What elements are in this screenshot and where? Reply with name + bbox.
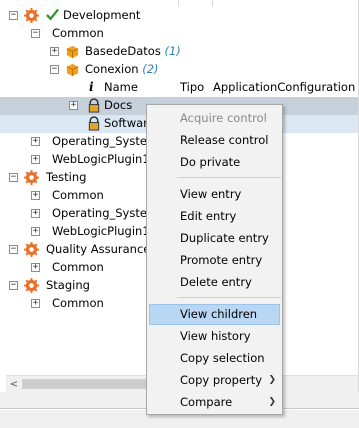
menu-item-view-entry[interactable]: View entry <box>149 184 280 205</box>
menu-item-edit-entry[interactable]: Edit entry <box>149 206 280 227</box>
package-icon <box>66 63 79 77</box>
context-menu[interactable]: Acquire control Release control Do priva… <box>146 104 283 415</box>
column-divider <box>212 0 213 6</box>
node-label: Common <box>52 188 104 202</box>
submenu-arrow-icon: ❯ <box>268 397 276 407</box>
package-icon <box>66 45 79 59</box>
node-label: Docs <box>104 98 133 112</box>
menu-item-view-history[interactable]: View history <box>149 326 280 347</box>
tree-node-basededatos[interactable]: + BasedeDatos (1) <box>0 43 358 61</box>
menu-item-duplicate-entry[interactable]: Duplicate entry <box>149 228 280 249</box>
submenu-arrow-icon: ❯ <box>268 375 276 385</box>
menu-item-copy-selection[interactable]: Copy selection <box>149 348 280 369</box>
gear-icon <box>24 242 39 257</box>
node-label: Staging <box>46 278 90 292</box>
expand-toggle[interactable]: + <box>69 101 78 110</box>
menu-item-acquire-control: Acquire control <box>180 111 267 125</box>
node-label: WebLogicPlugin1 <box>52 224 150 238</box>
column-header-tipo[interactable]: Tipo <box>180 80 204 94</box>
menu-separator <box>177 297 281 298</box>
menu-item-promote-entry[interactable]: Promote entry <box>149 250 280 271</box>
expand-toggle[interactable]: + <box>31 209 40 218</box>
node-label: Common <box>52 260 104 274</box>
menu-item-label: Copy property <box>180 373 263 387</box>
node-label: Common <box>52 26 104 40</box>
tree-node-dev-common[interactable]: − Common <box>0 25 358 43</box>
collapse-toggle[interactable]: − <box>50 65 59 74</box>
check-icon <box>46 8 59 21</box>
menu-item-copy-property[interactable]: Copy property ❯ <box>149 370 280 391</box>
node-label: Quality Assurance <box>46 242 151 256</box>
child-count: (2) <box>142 62 159 76</box>
menu-item-release-control[interactable]: Release control <box>149 130 280 151</box>
scroll-left-icon[interactable]: < <box>6 376 22 392</box>
node-label: Testing <box>46 170 87 184</box>
node-label: Common <box>52 296 104 310</box>
node-label: WebLogicPlugin1 <box>52 152 150 166</box>
info-icon: i <box>89 80 94 94</box>
table-header-row: i Name Tipo ApplicationConfiguration <box>0 79 358 97</box>
node-label: Development <box>63 8 141 22</box>
column-header-strip <box>0 0 358 6</box>
menu-item-label: Compare <box>180 395 233 409</box>
column-header-appconfig[interactable]: ApplicationConfiguration <box>213 80 355 94</box>
expand-toggle[interactable]: + <box>31 263 40 272</box>
expand-toggle[interactable]: + <box>31 191 40 200</box>
expand-toggle[interactable]: + <box>31 137 40 146</box>
menu-item-view-children[interactable]: View children <box>149 304 280 325</box>
tree-node-conexion[interactable]: − Conexion (2) <box>0 61 358 79</box>
tree-node-development[interactable]: − Development <box>0 7 358 25</box>
menu-item-do-private[interactable]: Do private <box>149 152 280 173</box>
lock-icon <box>88 98 100 113</box>
menu-separator <box>177 177 281 178</box>
collapse-toggle[interactable]: − <box>9 11 18 20</box>
node-label: BasedeDatos <box>85 44 161 58</box>
node-label: Operating_System <box>52 206 159 220</box>
collapse-toggle[interactable]: − <box>31 29 40 38</box>
expand-toggle[interactable]: + <box>50 47 59 56</box>
gear-icon <box>24 170 39 185</box>
collapse-toggle[interactable]: − <box>9 245 18 254</box>
column-header-name[interactable]: Name <box>104 80 138 94</box>
expand-toggle[interactable]: + <box>31 299 40 308</box>
column-divider <box>178 0 179 6</box>
menu-item-compare[interactable]: Compare ❯ <box>149 392 280 413</box>
expand-toggle[interactable]: + <box>31 227 40 236</box>
child-count: (1) <box>164 44 181 58</box>
collapse-toggle[interactable]: − <box>9 173 18 182</box>
expand-toggle[interactable]: + <box>31 155 40 164</box>
collapse-toggle[interactable]: − <box>9 281 18 290</box>
gear-icon <box>24 8 39 23</box>
node-label: Softwar <box>104 116 148 130</box>
gear-icon <box>24 278 39 293</box>
node-label: Operating_System <box>52 134 159 148</box>
node-label: Conexion <box>85 62 139 76</box>
menu-item-delete-entry[interactable]: Delete entry <box>149 272 280 293</box>
lock-icon <box>88 116 100 131</box>
